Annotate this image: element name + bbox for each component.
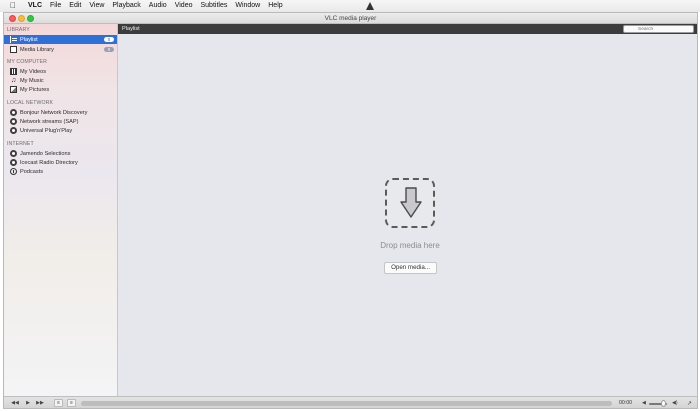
search-input[interactable] xyxy=(623,25,694,33)
playlist-header-title: Playlist xyxy=(122,26,140,32)
sidebar-item-podcasts[interactable]: Podcasts xyxy=(4,167,117,176)
play-icon[interactable]: ▶ xyxy=(23,399,33,407)
sidebar-item-label: Bonjour Network Discovery xyxy=(20,109,88,116)
menu-view[interactable]: View xyxy=(89,0,104,12)
apple-icon[interactable]:  xyxy=(10,0,16,12)
playlist-header: Playlist xyxy=(118,24,697,34)
sidebar-item-network-streams[interactable]: Network streams (SAP) xyxy=(4,117,117,126)
network-icon xyxy=(10,109,17,116)
sidebar-item-upnp[interactable]: Universal Plug'n'Play xyxy=(4,126,117,135)
sidebar-item-label: Playlist xyxy=(20,36,38,43)
network-icon xyxy=(10,159,17,166)
vlc-cone-icon[interactable] xyxy=(366,2,374,10)
podcast-icon xyxy=(10,168,17,175)
network-icon xyxy=(10,118,17,125)
network-icon xyxy=(10,127,17,134)
network-icon xyxy=(10,150,17,157)
sidebar-item-label: Universal Plug'n'Play xyxy=(20,127,73,134)
drop-zone[interactable] xyxy=(385,178,435,228)
download-arrow-icon xyxy=(400,187,422,218)
fullscreen-icon[interactable]: ↗ xyxy=(687,400,692,407)
sidebar-item-label: Podcasts xyxy=(20,168,44,175)
menu-help[interactable]: Help xyxy=(268,0,282,12)
sidebar-item-icecast[interactable]: Icecast Radio Directory xyxy=(4,158,117,167)
drop-media-text: Drop media here xyxy=(380,241,440,250)
menu-file[interactable]: File xyxy=(50,0,61,12)
volume-low-icon[interactable]: ◀ xyxy=(642,400,646,406)
volume-high-icon[interactable]: ◀) xyxy=(672,400,678,406)
sidebar-item-label: Jamendo Selections xyxy=(20,150,71,157)
menu-edit[interactable]: Edit xyxy=(69,0,81,12)
sidebar-item-jamendo[interactable]: Jamendo Selections xyxy=(4,149,117,158)
menu-audio[interactable]: Audio xyxy=(149,0,167,12)
menu-video[interactable]: Video xyxy=(175,0,193,12)
open-media-button[interactable]: Open media... xyxy=(384,262,437,274)
menu-window[interactable]: Window xyxy=(235,0,260,12)
section-title-local-network: LOCAL NETWORK xyxy=(7,100,54,106)
video-icon xyxy=(10,68,17,75)
playlist-icon xyxy=(10,36,17,43)
sidebar: LIBRARY Playlist 0 Media Library 0 MY CO… xyxy=(4,24,118,396)
pictures-icon xyxy=(10,86,17,93)
sidebar-item-label: Icecast Radio Directory xyxy=(20,159,78,166)
media-library-icon xyxy=(10,46,17,53)
sidebar-item-label: My Videos xyxy=(20,68,47,75)
control-bar: ◀◀ ▶ ▶▶ ≡ ≡ 00:00 ◀ ◀) ↗ xyxy=(4,396,697,408)
rewind-icon[interactable]: ◀◀ xyxy=(10,399,20,407)
music-note-icon: ♫ xyxy=(10,77,17,84)
sidebar-item-media-library[interactable]: Media Library 0 xyxy=(4,45,117,54)
count-badge: 0 xyxy=(104,47,114,52)
fast-forward-icon[interactable]: ▶▶ xyxy=(35,399,45,407)
title-bar[interactable]: VLC media player xyxy=(4,13,697,24)
sidebar-item-label: Media Library xyxy=(20,46,54,53)
menu-bar:  VLC File Edit View Playback Audio Vide… xyxy=(0,0,700,12)
volume-knob[interactable] xyxy=(661,400,666,407)
menu-app-vlc[interactable]: VLC xyxy=(28,0,42,12)
sidebar-item-my-videos[interactable]: My Videos xyxy=(4,67,117,76)
section-title-internet: INTERNET xyxy=(7,141,34,147)
sidebar-item-label: My Pictures xyxy=(20,86,50,93)
sidebar-item-my-music[interactable]: ♫ My Music xyxy=(4,76,117,85)
playlist-panel: Playlist Drop media here Open media... xyxy=(118,24,697,396)
extended-settings-icon[interactable]: ≡ xyxy=(67,399,76,407)
sidebar-item-my-pictures[interactable]: My Pictures xyxy=(4,85,117,94)
time-display: 00:00 xyxy=(619,400,632,406)
section-title-library: LIBRARY xyxy=(7,27,30,33)
vlc-window: VLC media player LIBRARY Playlist 0 Medi… xyxy=(3,12,698,409)
window-title: VLC media player xyxy=(324,15,377,22)
section-title-my-computer: MY COMPUTER xyxy=(7,59,47,65)
sidebar-item-bonjour[interactable]: Bonjour Network Discovery xyxy=(4,108,117,117)
playlist-toggle-icon[interactable]: ≡ xyxy=(54,399,63,407)
count-badge: 0 xyxy=(104,37,114,42)
sidebar-item-label: My Music xyxy=(20,77,44,84)
seek-bar[interactable] xyxy=(81,401,612,406)
menu-subtitles[interactable]: Subtitles xyxy=(200,0,227,12)
sidebar-item-playlist[interactable]: Playlist 0 xyxy=(4,35,117,44)
sidebar-item-label: Network streams (SAP) xyxy=(20,118,79,125)
menu-playback[interactable]: Playback xyxy=(112,0,140,12)
